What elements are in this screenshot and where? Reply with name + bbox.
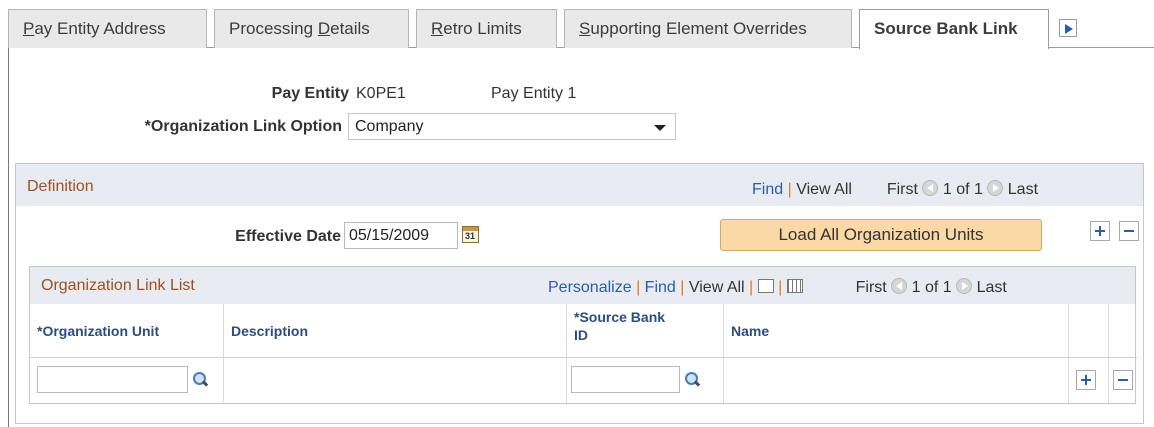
tab-accel: D xyxy=(317,19,331,38)
org-link-option-label: *Organization Link Option xyxy=(144,118,342,135)
org-unit-input[interactable] xyxy=(37,366,188,393)
separator: | xyxy=(636,279,641,296)
column-header-add xyxy=(1069,304,1109,358)
grid-nav: Personalize | Find | View All | | First … xyxy=(548,278,1007,297)
definition-title: Definition xyxy=(27,178,94,195)
add-row-button[interactable] xyxy=(1090,221,1110,241)
tab-label: Processing xyxy=(229,19,318,38)
chevron-down-icon xyxy=(654,125,666,131)
column-header-description: Description xyxy=(224,304,567,358)
grid-count: 1 of 1 xyxy=(911,279,952,296)
org-link-option-select[interactable]: Company xyxy=(348,113,676,140)
separator: | xyxy=(787,181,792,198)
definition-first: First xyxy=(886,181,918,198)
tab-scroll-right-button[interactable] xyxy=(1059,19,1077,37)
table-row-name-cell xyxy=(724,358,1069,403)
separator: | xyxy=(680,279,685,296)
tab-label: ay Entity Address xyxy=(34,19,166,38)
tab-accel: P xyxy=(23,19,35,38)
previous-icon[interactable] xyxy=(922,180,939,196)
definition-count: 1 of 1 xyxy=(942,181,983,198)
grid-first: First xyxy=(855,279,887,296)
tab-accel: R xyxy=(431,19,444,38)
pay-entity-code: K0PE1 xyxy=(356,85,406,102)
pay-entity-name: Pay Entity 1 xyxy=(491,85,577,102)
calendar-icon[interactable]: 31 xyxy=(462,226,479,243)
page-border xyxy=(8,48,9,427)
arrow-right-icon xyxy=(1065,24,1073,34)
definition-view-all[interactable]: View All xyxy=(796,181,852,198)
search-icon[interactable] xyxy=(192,371,208,387)
source-bank-id-input[interactable] xyxy=(571,366,680,393)
tab-processing-details[interactable]: Processing Details xyxy=(214,9,409,48)
table-row-org-unit-cell xyxy=(30,358,224,403)
tab-pay-entity-address[interactable]: Pay Entity Address xyxy=(8,9,207,48)
tab-bar: Pay Entity Address Processing Details Re… xyxy=(8,9,1154,49)
table-row-source-bank-cell xyxy=(567,358,724,403)
tab-label: upporting Element Overrides xyxy=(590,19,807,38)
tab-supporting-element-overrides[interactable]: Supporting Element Overrides xyxy=(564,9,852,48)
add-row-button[interactable] xyxy=(1076,370,1096,390)
separator: | xyxy=(749,279,754,296)
column-header-name: Name xyxy=(724,304,1069,358)
definition-find-link[interactable]: Find xyxy=(752,181,783,198)
tab-accel: S xyxy=(579,19,591,38)
effective-date-label: Effective Date xyxy=(235,228,341,245)
grid-find-link[interactable]: Find xyxy=(645,279,676,296)
table-row-description-cell xyxy=(224,358,567,403)
column-header-source-bank-id-line2: ID xyxy=(574,327,588,343)
effective-date-input[interactable]: 05/15/2009 xyxy=(344,222,458,249)
delete-row-button[interactable] xyxy=(1113,370,1133,390)
tab-label: Source Bank Link xyxy=(874,19,1018,38)
tab-retro-limits[interactable]: Retro Limits xyxy=(416,9,557,48)
org-link-option-value: Company xyxy=(355,118,424,135)
column-header-source-bank-id-line1: *Source Bank xyxy=(574,309,666,325)
delete-row-button[interactable] xyxy=(1119,221,1139,241)
download-icon[interactable] xyxy=(786,279,803,293)
grid-last: Last xyxy=(976,279,1007,296)
definition-nav: Find | View All First 1 of 1 Last xyxy=(752,180,1038,199)
tab-label: etro Limits xyxy=(443,19,522,38)
search-icon[interactable] xyxy=(684,371,700,387)
organization-link-list-grid: Organization Link List Personalize | Fin… xyxy=(29,266,1137,404)
grid-title: Organization Link List xyxy=(41,277,195,294)
pay-entity-label: Pay Entity xyxy=(271,85,349,102)
column-header-source-bank-id: *Source Bank ID xyxy=(567,304,724,358)
column-header-org-unit: *Organization Unit xyxy=(30,304,224,358)
load-all-organization-units-button[interactable]: Load All Organization Units xyxy=(720,219,1042,251)
separator: | xyxy=(778,279,783,296)
table-row-add-cell xyxy=(1069,358,1109,403)
grid-view-all[interactable]: View All xyxy=(689,279,745,296)
calendar-icon-day: 31 xyxy=(465,231,476,241)
next-icon[interactable] xyxy=(987,180,1004,196)
tab-label: etails xyxy=(330,19,370,38)
next-icon[interactable] xyxy=(956,278,973,294)
zoom-icon[interactable] xyxy=(757,279,774,293)
personalize-link[interactable]: Personalize xyxy=(548,279,632,296)
table-row-delete-cell xyxy=(1109,358,1137,403)
tab-source-bank-link[interactable]: Source Bank Link xyxy=(859,9,1049,49)
previous-icon[interactable] xyxy=(891,278,908,294)
effective-date-value: 05/15/2009 xyxy=(349,227,430,244)
column-header-delete xyxy=(1109,304,1137,358)
definition-last: Last xyxy=(1007,181,1039,198)
grid-header: Organization Link List Personalize | Fin… xyxy=(30,267,1135,304)
definition-header: Definition Find | View All First 1 of 1 … xyxy=(16,164,1143,206)
